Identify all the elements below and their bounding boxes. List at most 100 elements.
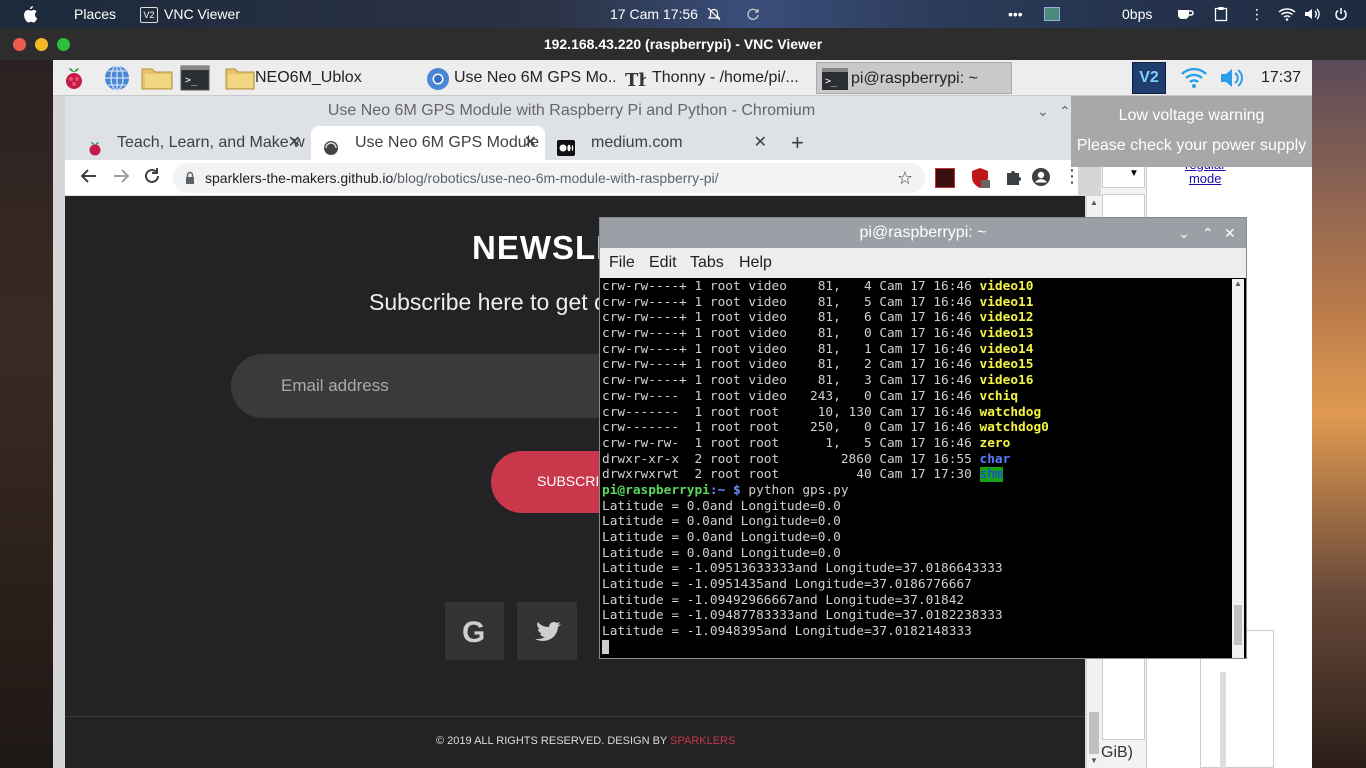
terminal-scrollbar[interactable]: ▲: [1232, 279, 1244, 658]
window-close-button[interactable]: [13, 38, 26, 51]
file-meta: crw-rw----+ 1 root video 81, 0 Cam 17 16…: [602, 326, 980, 342]
terminal-line: crw-rw----+ 1 root video 81, 3 Cam 17 16…: [602, 373, 1230, 389]
more-menu-icon-2[interactable]: ⋮: [1250, 0, 1264, 28]
terminal-output[interactable]: crw-rw----+ 1 root video 81, 4 Cam 17 16…: [602, 279, 1230, 659]
terminal-icon: >_: [821, 67, 849, 93]
low-voltage-notification[interactable]: Low voltage warning Please check your po…: [1071, 96, 1312, 167]
file-meta: crw-rw---- 1 root video 243, 0 Cam 17 16…: [602, 388, 980, 404]
file-name: video16: [979, 373, 1034, 389]
menu-edit[interactable]: Edit: [649, 248, 677, 278]
tab-neo6m[interactable]: Use Neo 6M GPS Module ✕: [311, 126, 545, 160]
window-maximize-button[interactable]: [57, 38, 70, 51]
prompt-path: :~ $: [709, 482, 741, 498]
apple-menu-icon[interactable]: [22, 0, 42, 28]
extension-red-icon[interactable]: [935, 168, 955, 188]
raspberry-menu-icon[interactable]: [61, 65, 87, 91]
wifi-icon[interactable]: [1278, 0, 1296, 28]
vnc-server-tray-icon[interactable]: V2: [1132, 62, 1166, 94]
tab-close-icon[interactable]: ✕: [524, 126, 537, 160]
back-icon[interactable]: [79, 166, 99, 191]
clipboard-icon[interactable]: [1214, 0, 1228, 28]
tab-close-icon[interactable]: ✕: [754, 126, 767, 160]
footer-text: © 2019 ALL RIGHTS RESERVED. DESIGN BY: [436, 735, 668, 747]
tab-medium[interactable]: medium.com ✕: [547, 126, 775, 160]
file-meta: drwxrwxrwt 2 root root 40 Cam 17 17:30: [602, 467, 980, 483]
window-minimize-button[interactable]: [35, 38, 48, 51]
terminal-line: crw------- 1 root root 10, 130 Cam 17 16…: [602, 405, 1230, 421]
chromium-maximize-button[interactable]: ⌃: [1059, 96, 1071, 126]
footer-copyright: © 2019 ALL RIGHTS RESERVED. DESIGN BY SP…: [436, 735, 735, 747]
file-name: shm: [979, 467, 1003, 483]
browser-launcher-icon[interactable]: [103, 64, 131, 92]
twitter-share-button[interactable]: [517, 602, 577, 660]
terminal-line: crw-rw-rw- 1 root root 1, 5 Cam 17 16:46…: [602, 436, 1230, 452]
extensions-puzzle-icon[interactable]: [1005, 168, 1023, 191]
chromium-minimize-button[interactable]: ⌄: [1037, 96, 1049, 126]
terminal-scroll-up-icon[interactable]: ▲: [1234, 279, 1242, 288]
bookmark-star-icon[interactable]: ☆: [897, 163, 913, 193]
scroll-down-icon[interactable]: ▼: [1090, 756, 1098, 765]
file-name: video14: [979, 341, 1034, 357]
file-name: video13: [979, 326, 1034, 342]
command-text: python gps.py: [740, 482, 849, 498]
scroll-thumb[interactable]: [1089, 712, 1099, 754]
tab-close-icon[interactable]: ✕: [288, 126, 301, 160]
chrome-menu-icon[interactable]: ⋮: [1063, 166, 1081, 187]
terminal-window[interactable]: pi@raspberrypi: ~ ⌄ ⌃ ✕ File Edit Tabs H…: [599, 217, 1247, 659]
new-tab-button[interactable]: +: [791, 126, 804, 160]
notification-title: Low voltage warning: [1118, 107, 1265, 124]
chromium-window-title: Use Neo 6M GPS Module with Raspberry Pi …: [327, 102, 816, 119]
file-name: zero: [979, 435, 1011, 451]
task-terminal[interactable]: >_ pi@raspberrypi: ~: [816, 62, 1012, 94]
address-bar[interactable]: sparklers-the-makers.github.io/blog/robo…: [173, 163, 925, 193]
background-scrollbar: [1220, 672, 1226, 768]
forward-icon[interactable]: [111, 166, 131, 191]
screenshot-tray-icon[interactable]: [1044, 7, 1060, 21]
remote-desktop[interactable]: >_ NEO6M_Ublox Use Neo 6M GPS Mo... Th T…: [53, 60, 1312, 768]
power-icon[interactable]: [1334, 0, 1348, 28]
terminal-menubar: File Edit Tabs Help: [600, 248, 1246, 278]
subscribe-button-label: SUBSCRI: [537, 473, 600, 489]
terminal-launcher-icon[interactable]: >_: [180, 65, 210, 91]
task-folder[interactable]: NEO6M_Ublox: [221, 62, 417, 94]
email-input[interactable]: Email address: [231, 354, 611, 418]
task-thonny[interactable]: Th Thonny - /home/pi/...: [618, 62, 813, 94]
google-share-button[interactable]: G: [445, 602, 504, 660]
profile-icon[interactable]: [1031, 167, 1051, 192]
terminal-minimize-button[interactable]: ⌄: [1178, 218, 1190, 248]
os-clock[interactable]: 17 Cam 17:56: [610, 0, 760, 28]
terminal-maximize-button[interactable]: ⌃: [1202, 218, 1214, 248]
extension-shield-icon[interactable]: [969, 167, 991, 194]
file-meta: crw-rw-rw- 1 root root 1, 5 Cam 17 16:46: [602, 435, 980, 451]
url-path: /blog/robotics/use-neo-6m-module-with-ra…: [393, 170, 719, 186]
terminal-line: crw-rw----+ 1 root video 81, 0 Cam 17 16…: [602, 326, 1230, 342]
tab-teach-learn[interactable]: Teach, Learn, and Make w ✕: [73, 126, 309, 160]
subscribe-button[interactable]: SUBSCRI: [491, 451, 611, 513]
tab-label: Use Neo 6M GPS Module: [355, 134, 540, 151]
terminal-line: crw-rw----+ 1 root video 81, 6 Cam 17 16…: [602, 310, 1230, 326]
scroll-up-icon[interactable]: ▲: [1090, 198, 1098, 207]
rpi-clock[interactable]: 17:37: [1261, 60, 1301, 96]
background-dropdown[interactable]: ▼: [1102, 164, 1145, 188]
host-top-bar: Places V2 VNC Viewer 17 Cam 17:56 ••• 0bp…: [0, 0, 1366, 28]
more-menu-icon[interactable]: •••: [1008, 0, 1023, 28]
volume-icon[interactable]: [1304, 0, 1322, 28]
file-manager-launcher-icon[interactable]: [141, 66, 173, 90]
task-chromium[interactable]: Use Neo 6M GPS Mo...: [420, 62, 615, 94]
menu-file[interactable]: File: [609, 248, 635, 278]
rpi-taskbar: >_ NEO6M_Ublox Use Neo 6M GPS Mo... Th T…: [53, 60, 1312, 96]
menu-tabs[interactable]: Tabs: [690, 248, 724, 278]
background-field[interactable]: [1102, 194, 1145, 218]
footer-brand-link[interactable]: SPARKLERS: [670, 735, 735, 747]
menu-help[interactable]: Help: [739, 248, 772, 278]
active-app-menu[interactable]: V2 VNC Viewer: [140, 0, 240, 28]
coffee-icon[interactable]: [1176, 0, 1194, 28]
reload-icon[interactable]: [142, 166, 162, 191]
terminal-cursor[interactable]: [602, 639, 1230, 656]
terminal-titlebar: pi@raspberrypi: ~ ⌄ ⌃ ✕: [600, 218, 1246, 248]
terminal-close-button[interactable]: ✕: [1224, 218, 1236, 248]
terminal-line: crw-rw----+ 1 root video 81, 5 Cam 17 16…: [602, 295, 1230, 311]
terminal-scroll-thumb[interactable]: [1234, 605, 1242, 645]
places-menu[interactable]: Places: [74, 0, 116, 28]
file-meta: drwxr-xr-x 2 root root 2860 Cam 17 16:55: [602, 451, 980, 467]
